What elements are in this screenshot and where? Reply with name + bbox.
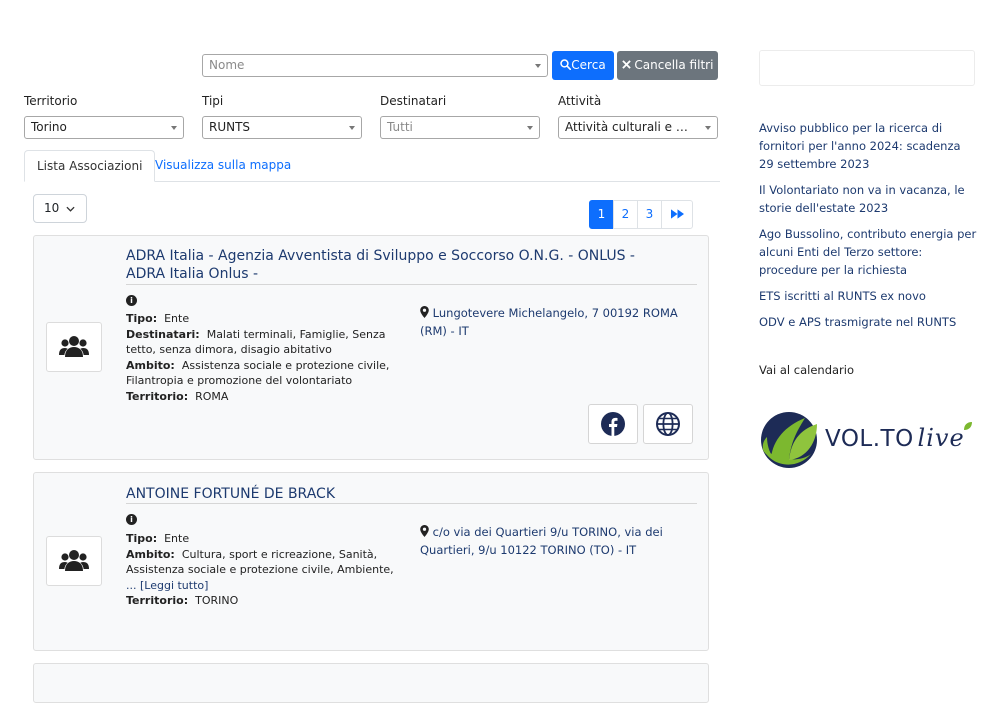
fast-forward-icon [670, 209, 684, 219]
logo-mark-icon [761, 412, 817, 468]
page-size-select[interactable]: 10 [33, 194, 87, 223]
territorio-value: TORINO [195, 594, 239, 608]
territorio-label: Territorio: [126, 594, 189, 608]
chevron-down-icon [171, 126, 177, 130]
users-icon [59, 550, 89, 571]
logo-text-live: live [917, 424, 965, 452]
tipo-label: Tipo: [126, 312, 158, 325]
tipi-select[interactable]: RUNTS [202, 116, 362, 139]
tab-visualizza-mappa[interactable]: Visualizza sulla mappa [143, 150, 303, 182]
ambito-label: Ambito: [126, 358, 175, 372]
globe-icon [656, 412, 680, 436]
news-link[interactable]: ETS iscritti al RUNTS ex novo [759, 287, 977, 305]
last-page-button[interactable] [661, 200, 693, 229]
info-icon[interactable]: i [126, 514, 137, 525]
ambito-label: Ambito: [126, 547, 175, 561]
tipo-value: Ente [164, 532, 190, 545]
association-avatar [46, 322, 102, 372]
pagination: 1 2 3 [589, 200, 693, 229]
association-card: ANTOINE FORTUNÉ DE BRACK i Tipo: Ente Am… [33, 472, 709, 651]
page-size-value: 10 [44, 201, 60, 215]
territorio-value: ROMA [195, 389, 229, 403]
website-button[interactable] [643, 404, 693, 444]
tipo-label: Tipo: [126, 532, 158, 545]
territorio-label: Territorio: [126, 389, 189, 403]
association-card [33, 663, 709, 703]
filter-label-territorio: Territorio [24, 94, 78, 108]
address-text: c/o via dei Quartieri 9/u TORINO, via de… [420, 525, 663, 557]
logo-leaf-icon [964, 422, 972, 430]
page-2-button[interactable]: 2 [613, 200, 638, 229]
calendar-link[interactable]: Vai al calendario [759, 363, 854, 377]
association-address: Lungotevere Michelangelo, 7 00192 ROMA (… [420, 304, 702, 340]
chevron-down-icon [535, 64, 541, 68]
page-3-button[interactable]: 3 [637, 200, 662, 229]
attivita-value: Attività culturali e artisti... [565, 120, 718, 134]
title-divider [126, 284, 697, 285]
filter-label-tipi: Tipi [202, 94, 224, 108]
destinatari-label: Destinatari: [126, 327, 200, 341]
users-icon [59, 336, 89, 357]
map-marker-icon [420, 306, 429, 318]
news-link[interactable]: Il Volontariato non va in vacanza, le st… [759, 181, 977, 217]
map-marker-icon [420, 525, 429, 537]
association-avatar [46, 536, 102, 586]
association-address: c/o via dei Quartieri 9/u TORINO, via de… [420, 523, 702, 559]
destinatari-value: Tutti [387, 120, 413, 134]
association-title[interactable]: ADRA Italia - Agenzia Avventista di Svil… [126, 247, 668, 283]
tipo-value: Ente [164, 312, 190, 325]
page-1-button[interactable]: 1 [589, 200, 614, 229]
attivita-select[interactable]: Attività culturali e artisti... [558, 116, 718, 139]
tab-lista-associazioni[interactable]: Lista Associazioni [24, 150, 156, 182]
search-button-label: Cerca [571, 58, 606, 72]
name-search-select[interactable]: Nome [202, 54, 548, 77]
clear-filters-label: Cancella filtri [634, 58, 714, 72]
close-icon [621, 60, 631, 69]
tipi-value: RUNTS [209, 120, 251, 134]
filter-label-destinatari: Destinatari [380, 94, 447, 108]
association-title[interactable]: ANTOINE FORTUNÉ DE BRACK [126, 485, 668, 503]
chevron-down-icon [527, 126, 533, 130]
filter-label-attivita: Attività [558, 94, 602, 108]
chevron-down-icon [349, 126, 355, 130]
info-icon[interactable]: i [126, 295, 137, 306]
clear-filters-button[interactable]: Cancella filtri [617, 51, 718, 80]
destinatari-select[interactable]: Tutti [380, 116, 540, 139]
news-link[interactable]: Ago Bussolino, contributo energia per al… [759, 225, 977, 279]
title-divider [126, 503, 697, 504]
association-card: ADRA Italia - Agenzia Avventista di Svil… [33, 235, 709, 460]
territorio-select[interactable]: Torino [24, 116, 184, 139]
logo-text-volto: VOL.TO [825, 426, 914, 452]
sidebar-search-box[interactable] [759, 50, 975, 86]
search-icon [560, 59, 572, 71]
association-details: Tipo: Ente Ambito: Cultura, sport e ricr… [126, 531, 398, 609]
volto-live-logo[interactable]: VOL.TO live [759, 410, 975, 470]
news-link[interactable]: ODV e APS trasmigrate nel RUNTS [759, 313, 977, 331]
facebook-button[interactable] [588, 404, 638, 444]
address-text: Lungotevere Michelangelo, 7 00192 ROMA (… [420, 306, 678, 338]
read-more-link[interactable]: ... [Leggi tutto] [126, 579, 208, 592]
logo-text: VOL.TO live [825, 424, 965, 452]
chevron-down-icon [66, 206, 75, 212]
facebook-icon [601, 412, 625, 436]
search-button[interactable]: Cerca [552, 51, 614, 80]
territorio-value: Torino [31, 120, 67, 134]
chevron-down-icon [705, 126, 711, 130]
news-link[interactable]: Avviso pubblico per la ricerca di fornit… [759, 119, 977, 173]
association-details: Tipo: Ente Destinatari: Malati terminali… [126, 311, 398, 405]
name-search-placeholder: Nome [209, 58, 245, 72]
